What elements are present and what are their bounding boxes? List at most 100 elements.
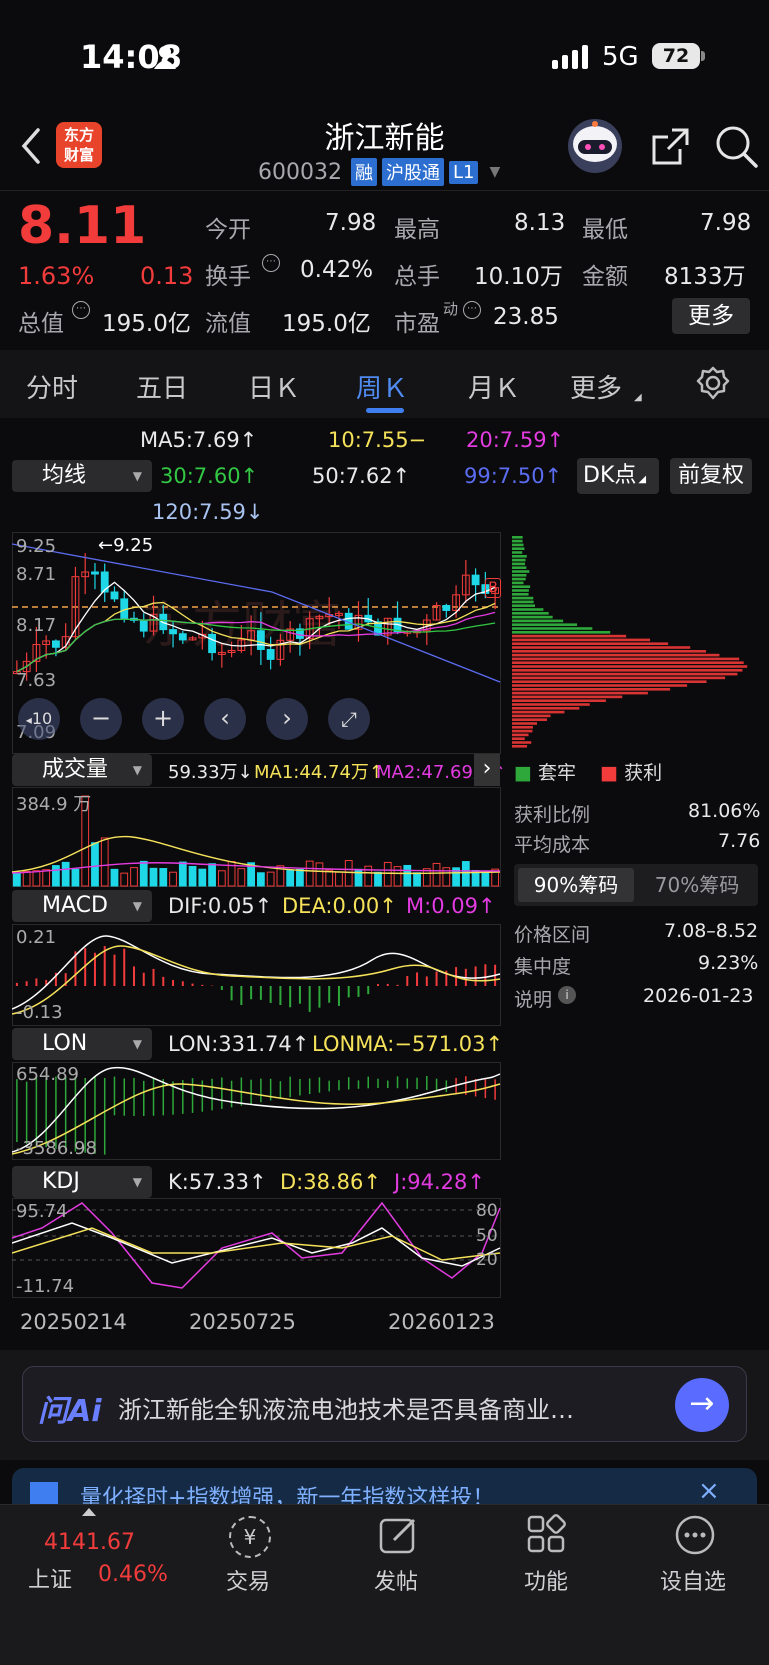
kdj-level-50: 50 [476, 1226, 498, 1246]
volume-bar [42, 869, 51, 887]
more-dots-icon[interactable] [674, 1514, 716, 1556]
legend-square-icon: ■ [514, 762, 532, 784]
last-price: 8.11 [18, 196, 147, 256]
lon-selector[interactable]: LON ▼ [12, 1028, 152, 1060]
trade-icon[interactable]: ¥ [229, 1516, 271, 1558]
more-button[interactable]: 更多 [672, 298, 750, 334]
index-name[interactable]: 上证 [28, 1562, 72, 1594]
chip-bar [512, 631, 611, 634]
pe-value: 23.85 [493, 304, 559, 330]
lon-y-bottom: -3586.98 [16, 1138, 97, 1159]
volume-bar [296, 869, 304, 887]
kdj-selector[interactable]: KDJ ▼ [12, 1166, 152, 1198]
index-pct[interactable]: 0.46% [98, 1562, 168, 1587]
chip-bar [512, 547, 525, 550]
person-icon [154, 46, 176, 69]
tab-daily[interactable]: 日Ｋ [248, 368, 300, 405]
low-value: 7.98 [700, 210, 752, 236]
index-value[interactable]: 4141.67 [44, 1530, 135, 1555]
tab-more[interactable]: 更多 [570, 368, 622, 405]
chip-bar [512, 650, 707, 653]
buy-marker[interactable]: B [485, 578, 501, 598]
volume-bar [344, 860, 353, 887]
tab-intraday[interactable]: 分时 [26, 368, 78, 405]
float-value: 195.0亿 [282, 311, 371, 337]
scroll-left-icon[interactable]: ‹ [204, 698, 246, 740]
volume-value: 10.10万 [474, 264, 563, 290]
chip-bar [512, 570, 530, 573]
macd-chart[interactable] [12, 924, 502, 1026]
volume-bar [432, 862, 441, 887]
high-value: 8.13 [514, 210, 566, 236]
ma50-value: 50:7.62↑ [312, 464, 411, 488]
info-icon[interactable]: ⋯ [262, 254, 280, 272]
chip-bar [512, 669, 743, 672]
kdj-chart[interactable] [12, 1198, 502, 1298]
zoom-level-button[interactable]: ◂10 [18, 698, 60, 740]
share-icon[interactable] [648, 125, 692, 169]
nav-add-watchlist[interactable]: 设自选 [660, 1564, 726, 1596]
robot-assistant-icon[interactable] [565, 118, 625, 174]
dk-point-dropdown[interactable]: DK点 ◢ [577, 458, 659, 494]
volume-bar [383, 861, 392, 887]
chip-bar [512, 714, 551, 718]
ma20-value: 20:7.59↑ [466, 428, 565, 452]
nav-trade[interactable]: 交易 [226, 1564, 270, 1596]
kdj-k: K:57.33↑ [168, 1170, 267, 1194]
chip-bar [512, 676, 726, 680]
chip-bar [512, 593, 529, 596]
fullscreen-icon[interactable]: ⤢ [328, 698, 370, 740]
volume-bar [208, 863, 216, 887]
stock-subtitle[interactable]: 600032 融 沪股通 L1 ▼ [258, 158, 500, 186]
candle [91, 571, 99, 575]
candle [139, 619, 148, 632]
tab-chip-90[interactable]: 90%筹码 [518, 868, 634, 902]
tab-chip-70[interactable]: 70%筹码 [640, 868, 754, 902]
max-price-marker: ←9.25 [98, 535, 154, 556]
macd-y-top: 0.21 [16, 927, 57, 948]
battery-tip [701, 51, 705, 61]
search-icon[interactable] [714, 124, 760, 170]
chip-bar [512, 543, 524, 547]
scroll-right-icon[interactable]: › [266, 698, 308, 740]
settings-icon[interactable] [696, 366, 730, 400]
chip-distribution-chart [512, 536, 748, 748]
candle [120, 598, 129, 619]
date-label: 20260123 [388, 1310, 495, 1334]
chip-bar [512, 726, 533, 729]
date-label: 20250725 [189, 1310, 296, 1334]
amount-value: 8133万 [664, 264, 746, 290]
info-icon[interactable]: ⋯ [463, 301, 481, 319]
nav-function[interactable]: 功能 [524, 1564, 568, 1596]
zoom-out-icon[interactable]: − [80, 698, 122, 740]
kdj-level-80: 80 [476, 1201, 498, 1221]
close-icon[interactable]: × [698, 1476, 720, 1506]
volume-indicator-selector[interactable]: 成交量 ▼ [12, 754, 152, 786]
tab-monthly[interactable]: 月Ｋ [468, 368, 520, 405]
expand-indicator-icon[interactable]: › [474, 754, 500, 786]
zoom-in-icon[interactable]: + [142, 698, 184, 740]
volume-bar [61, 861, 70, 887]
chip-bar [512, 722, 538, 725]
info-icon[interactable]: i [558, 986, 576, 1004]
post-edit-icon[interactable] [378, 1514, 420, 1556]
ma30-value: 30:7.60↑ [160, 464, 259, 488]
candle [208, 633, 216, 654]
chip-bar [512, 581, 524, 585]
macd-y-bottom: -0.13 [16, 1002, 63, 1023]
send-arrow-icon[interactable]: → [675, 1378, 729, 1432]
macd-selector[interactable]: MACD ▼ [12, 890, 152, 922]
function-grid-icon[interactable] [526, 1514, 568, 1556]
tab-weekly[interactable]: 周Ｋ [356, 368, 408, 405]
chip-bar [512, 623, 578, 626]
ma5-value: MA5:7.69↑ [140, 428, 258, 452]
open-label: 今开 [205, 217, 251, 243]
candle [178, 633, 187, 641]
promo-banner[interactable]: 量化择时+指数增强，新一年指数这样投！ × [12, 1468, 757, 1508]
info-icon[interactable]: ⋯ [72, 301, 90, 319]
nav-post[interactable]: 发帖 [374, 1564, 418, 1596]
chip-bar [512, 653, 720, 657]
ma-selector[interactable]: 均线 ▼ [12, 460, 152, 492]
adjust-dropdown[interactable]: 前复权 [670, 458, 752, 494]
tab-five-day[interactable]: 五日 [136, 368, 188, 405]
